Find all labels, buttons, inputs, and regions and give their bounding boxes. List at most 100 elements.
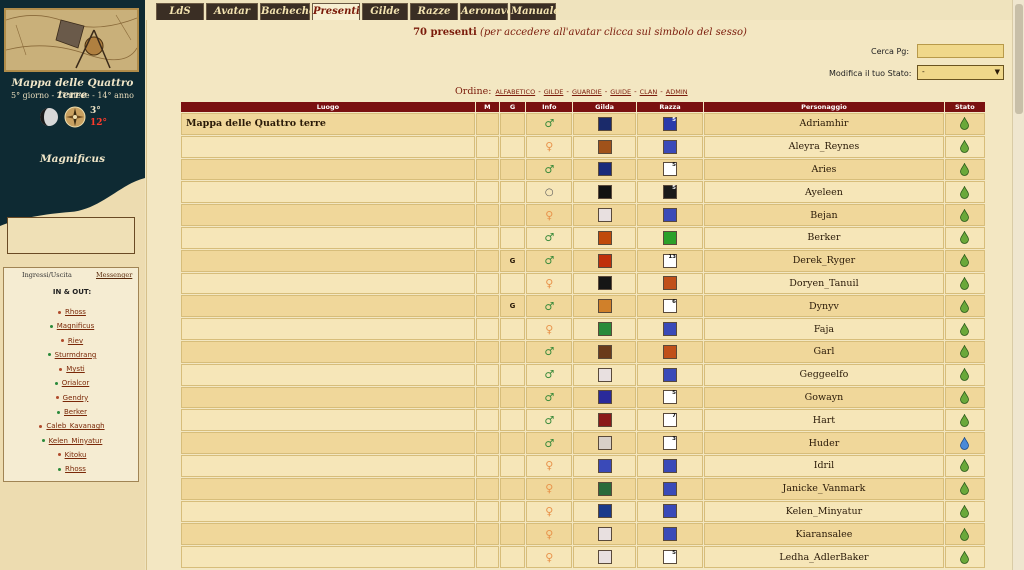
male-symbol-icon[interactable]: ♂ xyxy=(544,231,554,244)
sort-link-clan[interactable]: CLAN xyxy=(640,88,658,96)
tab-lds[interactable]: LdS xyxy=(156,3,204,21)
character-name[interactable]: Ledha_AdlerBaker xyxy=(704,546,944,568)
race-emblem-icon[interactable] xyxy=(663,481,677,496)
guild-emblem-icon[interactable] xyxy=(597,481,612,496)
in-out-user-link[interactable]: Sturmdrang xyxy=(55,351,97,359)
guild-emblem-icon[interactable] xyxy=(597,367,612,382)
character-name[interactable]: Faja xyxy=(704,318,944,340)
female-symbol-icon[interactable]: ♀ xyxy=(545,459,553,472)
tab-gilde[interactable]: Gilde xyxy=(362,3,408,21)
race-emblem-icon[interactable]: 7 xyxy=(663,413,677,428)
guild-emblem-icon[interactable] xyxy=(597,550,612,565)
character-name[interactable]: Derek_Ryger xyxy=(704,249,944,272)
tab-razze[interactable]: Razze xyxy=(410,3,458,21)
female-symbol-icon[interactable]: ♀ xyxy=(545,551,553,564)
male-symbol-icon[interactable]: ♂ xyxy=(544,345,554,358)
character-name[interactable]: Ayeleen xyxy=(704,181,944,204)
character-name[interactable]: Hart xyxy=(704,409,944,432)
character-name[interactable]: Aries xyxy=(704,158,944,181)
race-emblem-icon[interactable]: 5 xyxy=(663,162,677,177)
race-emblem-icon[interactable]: 5 xyxy=(663,390,677,405)
guild-emblem-icon[interactable] xyxy=(597,413,612,428)
race-emblem-icon[interactable]: 5 xyxy=(663,550,677,565)
tab-aeronave[interactable]: Aeronave xyxy=(460,3,513,21)
character-name[interactable]: Huder xyxy=(704,432,944,454)
race-emblem-icon[interactable] xyxy=(663,527,677,542)
search-character-input[interactable] xyxy=(917,44,1004,58)
character-name[interactable]: Adriamhir xyxy=(704,113,944,135)
guild-emblem-icon[interactable] xyxy=(597,390,612,405)
race-emblem-icon[interactable] xyxy=(663,139,677,154)
character-name[interactable]: Bejan xyxy=(704,204,944,226)
character-name[interactable]: Idril xyxy=(704,454,944,477)
guild-emblem-icon[interactable] xyxy=(597,116,612,131)
status-drop-icon[interactable] xyxy=(960,436,970,450)
tab-messenger[interactable]: Messenger xyxy=(96,271,132,279)
status-drop-icon[interactable] xyxy=(960,413,970,427)
race-emblem-icon[interactable] xyxy=(663,344,677,359)
guild-emblem-icon[interactable] xyxy=(597,208,612,223)
status-drop-icon[interactable] xyxy=(960,117,970,131)
tab-bacheche[interactable]: Bacheche xyxy=(260,3,315,21)
male-symbol-icon[interactable]: ♂ xyxy=(544,300,554,313)
race-emblem-icon[interactable] xyxy=(663,367,677,382)
female-symbol-icon[interactable]: ♀ xyxy=(545,482,553,495)
race-emblem-icon[interactable] xyxy=(663,208,677,223)
race-emblem-icon[interactable] xyxy=(663,504,677,519)
race-emblem-icon[interactable]: 5 xyxy=(663,185,677,200)
guild-emblem-icon[interactable] xyxy=(597,185,612,200)
guild-emblem-icon[interactable] xyxy=(597,162,612,177)
character-name[interactable]: Berker xyxy=(704,226,944,249)
in-out-user-link[interactable]: Magnificus xyxy=(57,322,95,330)
in-out-user-link[interactable]: Mysti xyxy=(66,365,85,373)
in-out-user-link[interactable]: Rhoss xyxy=(65,308,86,316)
guild-emblem-icon[interactable] xyxy=(597,436,612,451)
in-out-user-link[interactable]: Kitoku xyxy=(65,451,87,459)
sort-link-gilde[interactable]: GILDE xyxy=(544,88,564,96)
race-emblem-icon[interactable]: 13 xyxy=(663,253,677,268)
guild-emblem-icon[interactable] xyxy=(597,344,612,359)
guild-emblem-icon[interactable] xyxy=(597,230,612,245)
guild-emblem-icon[interactable] xyxy=(597,139,612,154)
status-drop-icon[interactable] xyxy=(960,345,970,359)
status-drop-icon[interactable] xyxy=(960,276,970,290)
male-symbol-icon[interactable]: ♂ xyxy=(544,391,554,404)
status-drop-icon[interactable] xyxy=(960,482,970,496)
race-emblem-icon[interactable] xyxy=(663,230,677,245)
race-emblem-icon[interactable]: 5 xyxy=(663,116,677,131)
sort-link-guide[interactable]: GUIDE xyxy=(610,88,631,96)
location-cell[interactable]: Mappa delle Quattro terre xyxy=(181,113,475,135)
in-out-user-link[interactable]: Caleb_Kavanagh xyxy=(46,422,104,430)
race-emblem-icon[interactable] xyxy=(663,458,677,473)
sort-link-guardie[interactable]: GUARDIE xyxy=(572,88,602,96)
character-name[interactable]: Gowayn xyxy=(704,386,944,409)
scrollbar-thumb[interactable] xyxy=(1015,4,1023,114)
guild-emblem-icon[interactable] xyxy=(597,299,612,314)
status-drop-icon[interactable] xyxy=(960,527,970,541)
female-symbol-icon[interactable]: ♀ xyxy=(545,505,553,518)
status-drop-icon[interactable] xyxy=(960,185,970,199)
status-drop-icon[interactable] xyxy=(960,459,970,473)
character-name[interactable]: Kiaransalee xyxy=(704,523,944,546)
in-out-user-link[interactable]: Riev xyxy=(68,337,83,345)
character-name[interactable]: Dynyv xyxy=(704,295,944,318)
female-symbol-icon[interactable]: ♀ xyxy=(545,323,553,336)
male-symbol-icon[interactable]: ♂ xyxy=(544,117,554,130)
race-emblem-icon[interactable] xyxy=(663,276,677,291)
world-map-thumbnail[interactable] xyxy=(4,8,139,72)
status-drop-icon[interactable] xyxy=(960,231,970,245)
status-drop-icon[interactable] xyxy=(960,322,970,336)
guild-emblem-icon[interactable] xyxy=(597,322,612,337)
race-emblem-icon[interactable] xyxy=(663,322,677,337)
sort-link-alfabetico[interactable]: ALFABETICO xyxy=(495,88,535,96)
female-symbol-icon[interactable]: ♀ xyxy=(545,140,553,153)
male-symbol-icon[interactable]: ♂ xyxy=(544,414,554,427)
female-symbol-icon[interactable]: ♀ xyxy=(545,277,553,290)
guild-emblem-icon[interactable] xyxy=(597,276,612,291)
sort-link-admin[interactable]: ADMIN xyxy=(666,88,688,96)
male-symbol-icon[interactable]: ♂ xyxy=(544,254,554,267)
character-name[interactable]: Geggeelfo xyxy=(704,363,944,386)
in-out-user-link[interactable]: Rhoss xyxy=(65,465,86,473)
status-drop-icon[interactable] xyxy=(960,299,970,313)
status-drop-icon[interactable] xyxy=(960,504,970,518)
